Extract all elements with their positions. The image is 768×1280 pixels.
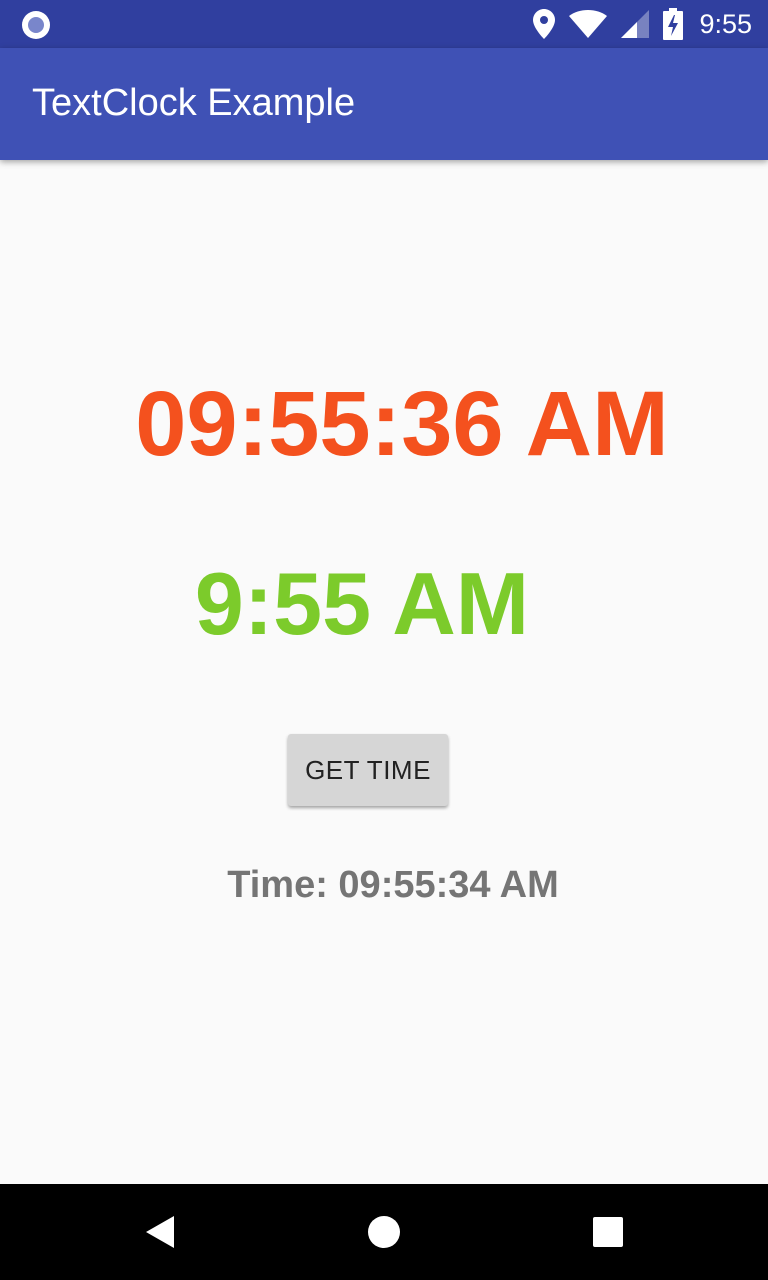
- status-bar: 9:55: [0, 0, 768, 48]
- back-icon: [146, 1216, 174, 1248]
- back-button[interactable]: [112, 1184, 208, 1280]
- text-clock-short: 9:55 AM: [194, 554, 530, 653]
- signal-icon: [621, 10, 650, 38]
- status-icons: 9:55: [533, 0, 752, 48]
- location-icon: [533, 9, 556, 39]
- recents-button[interactable]: [560, 1184, 656, 1280]
- navigation-bar: [0, 1184, 768, 1280]
- app-bar: TextClock Example: [0, 48, 768, 160]
- home-icon: [368, 1216, 400, 1248]
- get-time-button[interactable]: GET TIME: [288, 734, 448, 806]
- home-button[interactable]: [336, 1184, 432, 1280]
- text-clock-full: 09:55:36 AM: [135, 373, 669, 475]
- status-time: 9:55: [699, 8, 752, 39]
- app-title: TextClock Example: [32, 82, 356, 124]
- notification-dot-icon: [22, 11, 50, 39]
- recents-icon: [593, 1217, 623, 1247]
- battery-charging-icon: [663, 8, 684, 40]
- time-result-label: Time: 09:55:34 AM: [227, 864, 559, 906]
- wifi-icon: [569, 10, 608, 38]
